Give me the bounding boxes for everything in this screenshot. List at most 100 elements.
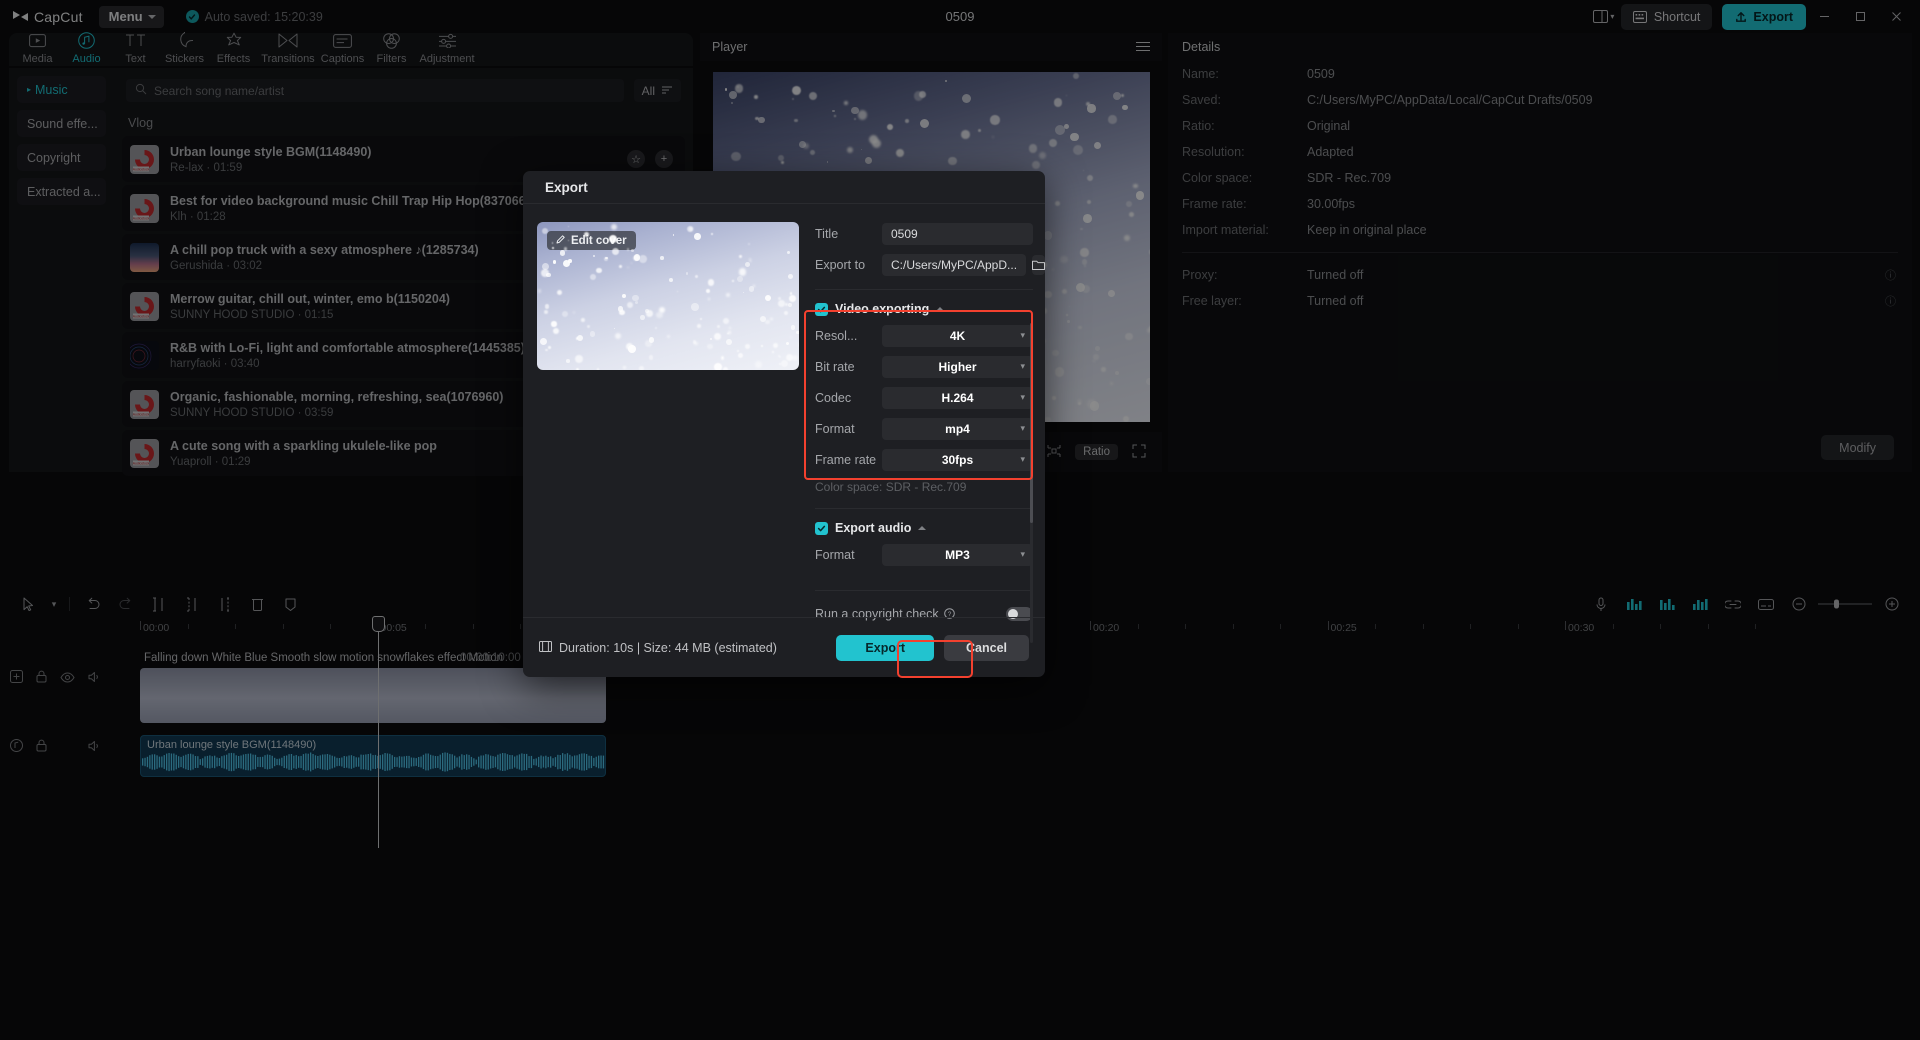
trim-left-icon[interactable] — [175, 590, 208, 618]
zoom-slider[interactable] — [1815, 590, 1875, 618]
titlebar-actions: ▾ Shortcut Export — [1587, 0, 1920, 33]
trim-right-icon[interactable] — [208, 590, 241, 618]
details-panel: Details Name: 0509 Saved: C:/Users/MyPC/App… — [1168, 33, 1912, 472]
title-label: Title — [815, 227, 882, 241]
menu-button[interactable]: Menu — [99, 6, 164, 28]
song-meta: R&B with Lo-Fi, light and comfortable at… — [170, 341, 525, 370]
shortcut-button[interactable]: Shortcut — [1621, 4, 1713, 30]
nav-item-music[interactable]: ▸ Music — [17, 76, 106, 103]
delete-icon[interactable] — [241, 590, 274, 618]
video-exporting-checkbox[interactable] — [815, 303, 828, 316]
eye-icon[interactable] — [60, 671, 75, 686]
marker-icon[interactable] — [274, 590, 307, 618]
nav-item-extracted-a[interactable]: Extracted a... — [17, 178, 106, 205]
folder-icon[interactable] — [1032, 255, 1045, 275]
tab-adjustment[interactable]: Adjustment — [416, 27, 478, 65]
details-row-label: Proxy: — [1182, 268, 1307, 282]
ratio-button[interactable]: Ratio — [1075, 444, 1118, 460]
snow-particle — [844, 101, 849, 106]
layout-icon[interactable]: ▾ — [1587, 4, 1621, 30]
plus-icon[interactable]: + — [655, 150, 673, 168]
tab-text[interactable]: Text — [111, 27, 160, 65]
title-input-box[interactable] — [882, 223, 1033, 245]
lock-icon[interactable] — [36, 670, 47, 686]
snow-particle — [646, 310, 653, 317]
tab-label: Stickers — [165, 53, 204, 65]
help-icon[interactable]: ⓘ — [1885, 293, 1896, 309]
tab-captions[interactable]: Captions — [318, 27, 367, 65]
tab-transitions[interactable]: Transitions — [258, 27, 318, 65]
setting-select[interactable]: Higher ▾ — [882, 356, 1033, 378]
snow-particle — [548, 346, 551, 349]
chevron-up-icon[interactable] — [936, 307, 944, 311]
snow-particle — [639, 366, 644, 370]
setting-select[interactable]: 4K ▾ — [882, 325, 1033, 347]
fullscreen-icon[interactable] — [1132, 444, 1146, 461]
snow-particle — [739, 268, 746, 275]
chevron-down-icon[interactable]: ▾ — [45, 590, 63, 618]
setting-select[interactable]: 30fps ▾ — [882, 449, 1033, 471]
audio-clip[interactable]: Urban lounge style BGM(1148490) — [140, 735, 606, 777]
search-box[interactable] — [126, 79, 624, 102]
titlebar-export-button[interactable]: Export — [1722, 4, 1806, 30]
snow-particle — [1108, 290, 1115, 297]
playhead[interactable] — [378, 618, 379, 848]
mute-icon[interactable] — [88, 740, 102, 755]
playhead-knob[interactable] — [372, 616, 385, 632]
snow-particle — [597, 368, 600, 370]
nav-item-sound-effe[interactable]: Sound effe... — [17, 110, 106, 137]
setting-select[interactable]: H.264 ▾ — [882, 387, 1033, 409]
snow-particle — [1125, 333, 1133, 341]
tab-media[interactable]: Media — [13, 27, 62, 65]
export-confirm-button[interactable]: Export — [836, 635, 934, 661]
star-icon[interactable]: ☆ — [627, 150, 645, 168]
modal-scrollbar-track[interactable] — [1030, 323, 1033, 643]
hamburger-icon[interactable] — [1136, 40, 1150, 55]
mute-icon[interactable] — [88, 671, 102, 686]
chevron-up-icon[interactable] — [918, 526, 926, 530]
speed-icon[interactable] — [1683, 590, 1716, 618]
lock-icon[interactable] — [36, 739, 47, 755]
mic-icon[interactable] — [1584, 590, 1617, 618]
tab-filters[interactable]: Filters — [367, 27, 416, 65]
crop-icon[interactable] — [1047, 444, 1061, 461]
tab-audio[interactable]: Audio — [62, 27, 111, 65]
snow-particle — [778, 355, 780, 357]
setting-select[interactable]: MP3 ▾ — [882, 544, 1033, 566]
tab-effects[interactable]: Effects — [209, 27, 258, 65]
player-title: Player — [712, 40, 747, 54]
zoom-out-icon[interactable] — [1782, 590, 1815, 618]
details-row-label: Color space: — [1182, 171, 1307, 185]
split-icon[interactable] — [142, 590, 175, 618]
adjust-icon[interactable] — [1650, 590, 1683, 618]
link-icon[interactable] — [1716, 590, 1749, 618]
snow-particle — [687, 226, 693, 232]
subtitle-icon[interactable] — [1749, 590, 1782, 618]
ruler-tick — [1613, 624, 1614, 629]
title-input[interactable] — [891, 227, 1024, 241]
export-to-path[interactable]: C:/Users/MyPC/AppD... — [882, 254, 1026, 276]
undo-icon[interactable] — [76, 590, 109, 618]
snow-particle — [593, 255, 594, 256]
help-icon[interactable]: ⓘ — [1885, 267, 1896, 283]
modal-scrollbar-thumb[interactable] — [1030, 323, 1033, 523]
maximize-icon[interactable] — [1842, 0, 1878, 33]
ruler-tick — [1660, 624, 1661, 629]
minimize-icon[interactable] — [1806, 0, 1842, 33]
tab-stickers[interactable]: Stickers — [160, 27, 209, 65]
note-icon[interactable] — [10, 739, 23, 755]
search-input[interactable] — [154, 84, 615, 98]
filter-all-button[interactable]: All — [634, 79, 681, 102]
nav-item-copyright[interactable]: Copyright — [17, 144, 106, 171]
export-audio-checkbox[interactable] — [815, 522, 828, 535]
edit-cover-button[interactable]: Edit cover — [547, 231, 636, 250]
add-track-icon[interactable] — [10, 670, 23, 686]
mixer-icon[interactable] — [1617, 590, 1650, 618]
zoom-in-icon[interactable] — [1875, 590, 1908, 618]
close-icon[interactable] — [1878, 0, 1914, 33]
select-arrow-icon[interactable] — [12, 590, 45, 618]
setting-select[interactable]: mp4 ▾ — [882, 418, 1033, 440]
cancel-button[interactable]: Cancel — [944, 635, 1029, 661]
redo-icon[interactable] — [109, 590, 142, 618]
modify-button[interactable]: Modify — [1821, 435, 1894, 460]
